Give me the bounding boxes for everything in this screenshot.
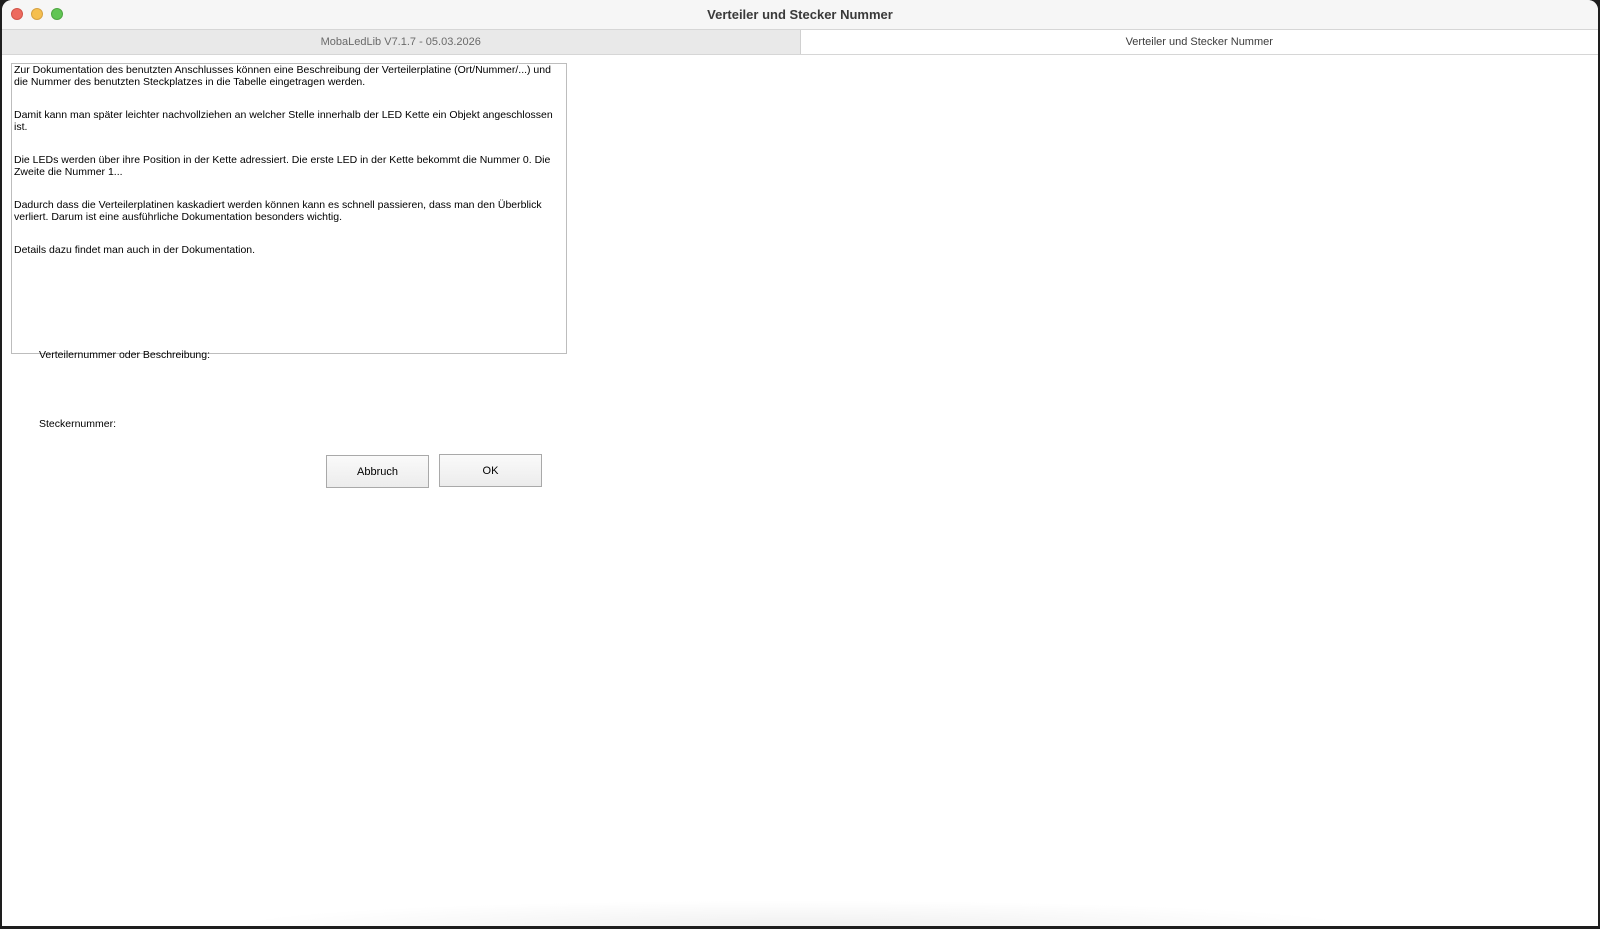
distributor-label: Verteilernummer oder Beschreibung: — [39, 349, 211, 361]
title-bar: Verteiler und Stecker Nummer — [2, 0, 1598, 29]
info-text-box: Zur Dokumentation des benutzten Anschlus… — [11, 63, 567, 354]
info-paragraph: Details dazu findet man auch in der Doku… — [14, 244, 256, 256]
info-paragraph: Damit kann man später leichter nachvollz… — [14, 109, 553, 133]
dialog-content: Zur Dokumentation des benutzten Anschlus… — [2, 55, 1598, 926]
info-paragraph: Die LEDs werden über ihre Position in de… — [14, 154, 551, 178]
window-title: Verteiler und Stecker Nummer — [707, 7, 893, 22]
ok-button[interactable]: OK — [439, 454, 542, 487]
tab-verteiler-stecker[interactable]: Verteiler und Stecker Nummer — [800, 30, 1598, 54]
tab-mobaledlib[interactable]: MobaLedLib V7.1.7 - 05.03.2026 — [2, 30, 801, 54]
tab-bar: MobaLedLib V7.1.7 - 05.03.2026 Verteiler… — [2, 29, 1598, 55]
dialog-window: Verteiler und Stecker Nummer MobaLedLib … — [2, 0, 1598, 926]
cancel-button[interactable]: Abbruch — [326, 455, 429, 488]
bottom-shadow — [222, 900, 1368, 926]
info-paragraph: Dadurch dass die Verteilerplatinen kaska… — [14, 199, 542, 223]
plug-number-label: Steckernummer: — [39, 418, 117, 430]
info-paragraph: Zur Dokumentation des benutzten Anschlus… — [14, 64, 551, 88]
